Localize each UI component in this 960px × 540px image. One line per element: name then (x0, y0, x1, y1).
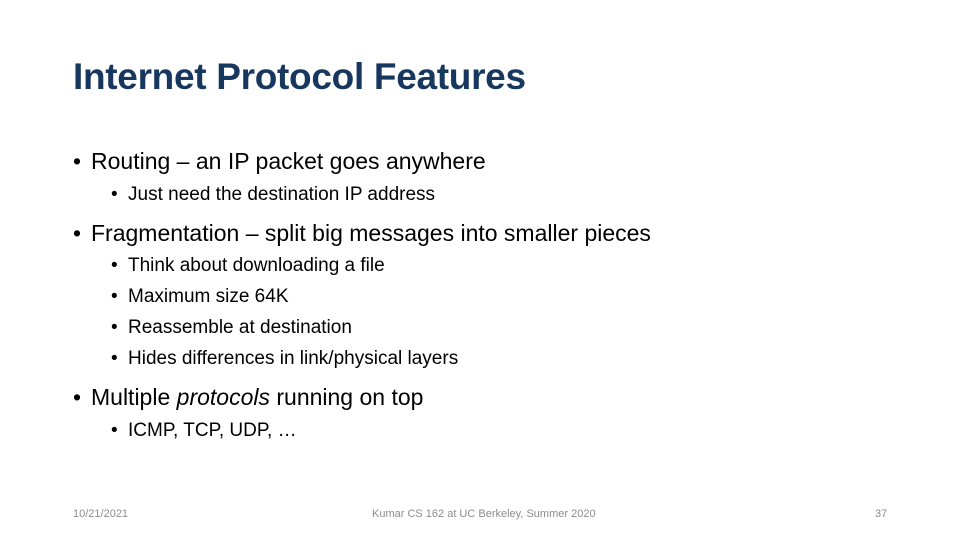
bullet-text: Fragmentation – split big messages into … (91, 220, 651, 246)
sub-bullet-text: Maximum size 64K (128, 286, 289, 307)
bullet-icon: • (73, 148, 82, 174)
bullet-icon: • (111, 420, 118, 441)
bullet-fragmentation: • Fragmentation – split big messages into… (73, 220, 651, 247)
sub-bullet-text: Think about downloading a file (128, 255, 385, 276)
bullet-icon: • (111, 184, 118, 205)
sub-bullet-text: Hides differences in link/physical layer… (128, 348, 459, 369)
bullet-icon: • (111, 255, 118, 276)
footer-date: 10/21/2021 (73, 508, 129, 520)
sub-bullet-text: Reassemble at destination (128, 317, 352, 338)
bullet-routing: • Routing – an IP packet goes anywhere (73, 148, 486, 175)
bullet-icon: • (73, 220, 82, 246)
bullet-text-italic: protocols (176, 384, 270, 410)
sub-bullet: • Hides differences in link/physical laye… (111, 348, 458, 370)
sub-bullet: • Think about downloading a file (111, 255, 385, 277)
footer-center-text: Kumar CS 162 at UC Berkeley, Summer 2020 (372, 508, 596, 520)
sub-bullet: • Maximum size 64K (111, 286, 289, 308)
bullet-icon: • (73, 384, 82, 410)
bullet-text-before: Multiple (91, 384, 177, 410)
slide-title: Internet Protocol Features (73, 56, 526, 97)
sub-bullet: • Reassemble at destination (111, 317, 352, 339)
bullet-text-after: running on top (269, 384, 424, 410)
sub-bullet: • Just need the destination IP address (111, 184, 435, 206)
bullet-icon: • (111, 317, 118, 338)
sub-bullet-text: ICMP, TCP, UDP, … (128, 420, 297, 441)
bullet-text: Routing – an IP packet goes anywhere (91, 148, 486, 174)
bullet-icon: • (111, 286, 118, 307)
sub-bullet: • ICMP, TCP, UDP, … (111, 420, 297, 442)
page-number: 37 (875, 508, 888, 520)
sub-bullet-text: Just need the destination IP address (128, 184, 436, 205)
bullet-icon: • (111, 348, 118, 369)
bullet-protocols: • Multiple protocols running on top (73, 384, 423, 411)
